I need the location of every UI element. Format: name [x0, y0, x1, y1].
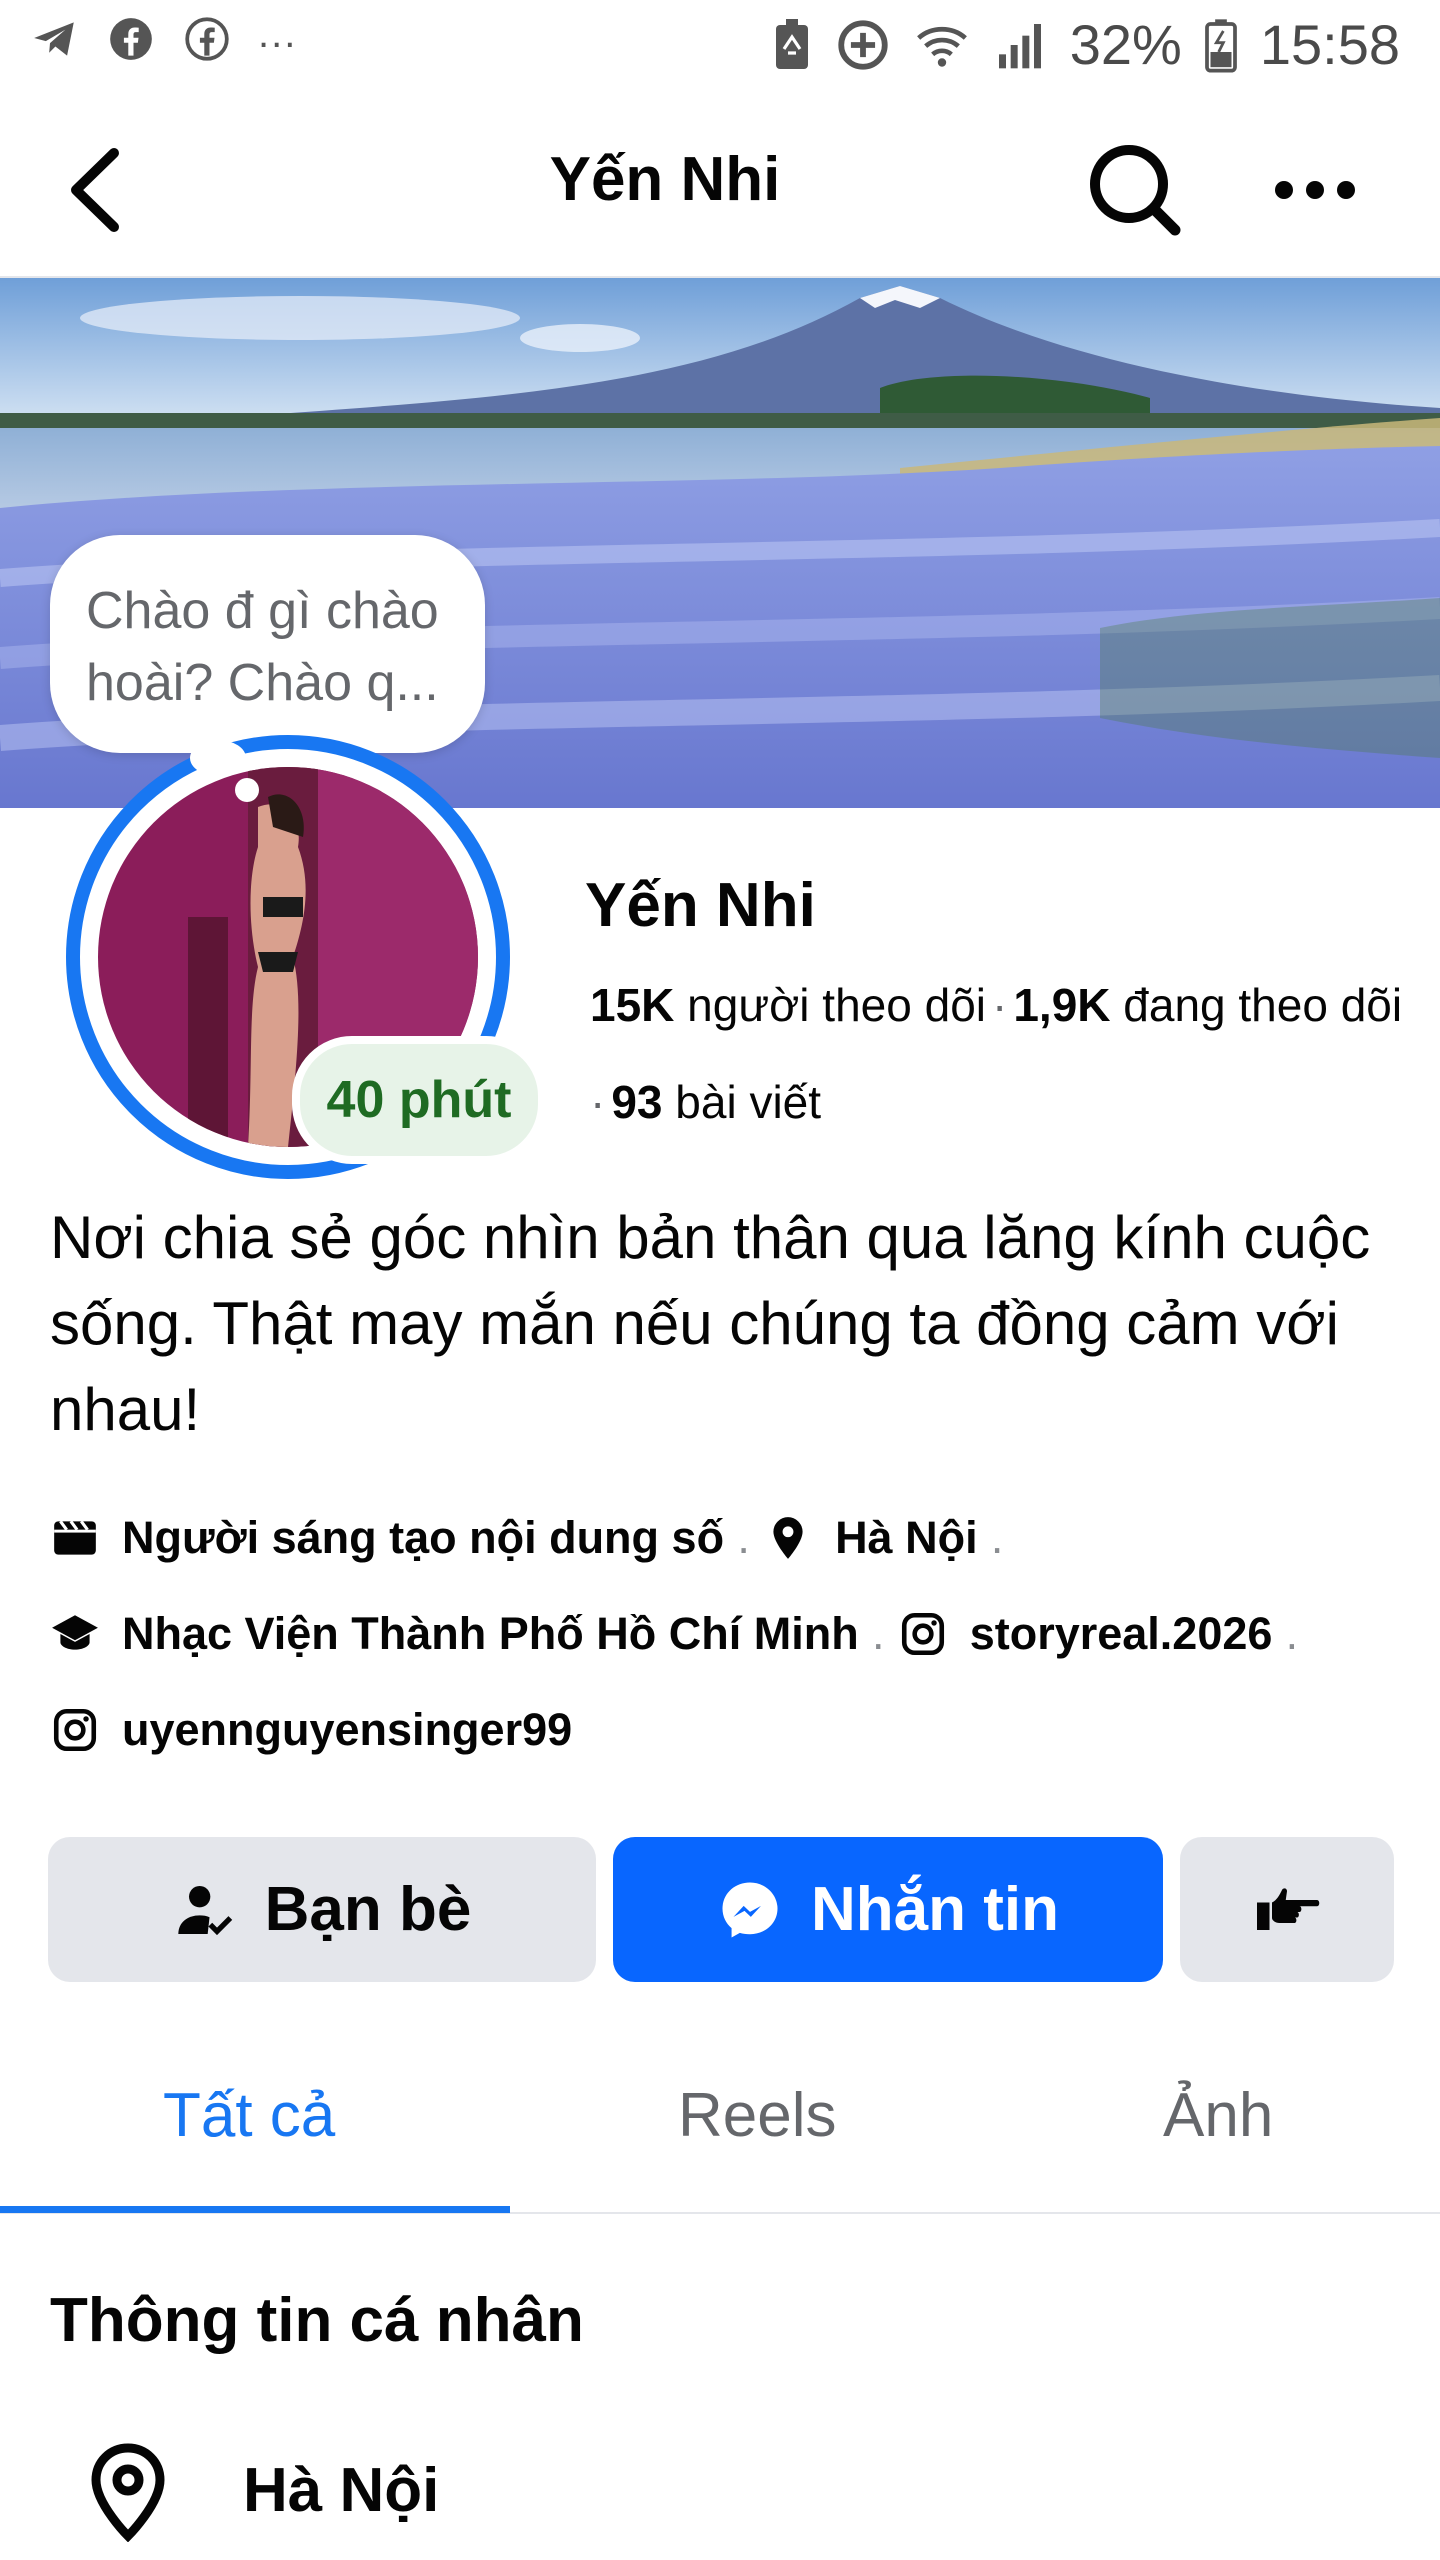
instagram-2-text: uyennguyensinger99: [122, 1704, 573, 1755]
friends-button[interactable]: Bạn bè: [48, 1837, 596, 1982]
note-text-line1: Chào đ gì chào: [86, 582, 439, 640]
message-button-label: Nhắn tin: [811, 1875, 1059, 1944]
location-text: Hà Nội: [835, 1512, 978, 1563]
instagram-icon: [53, 1708, 97, 1752]
profile-note-bubble[interactable]: Chào đ gì chào hoài? Chào q...: [50, 535, 485, 753]
location-pin-icon: [773, 1517, 803, 1559]
friends-button-label: Bạn bè: [264, 1875, 472, 1944]
status-right: 32% 15:58: [772, 12, 1400, 77]
battery-saver-icon: [775, 18, 808, 69]
category-text: Người sáng tạo nội dung số: [122, 1512, 725, 1563]
detail-separator: ·: [870, 1618, 886, 1669]
clock: 15:58: [1259, 13, 1400, 76]
note-text-line2: hoài? Chào q...: [86, 654, 439, 712]
follow-stats: 15K người theo dõi · 1,9K đang theo dõi: [590, 978, 1402, 1032]
detail-separator: ·: [736, 1522, 752, 1573]
wifi-icon: [916, 26, 967, 67]
posts-label: bài viết: [675, 1076, 822, 1128]
detail-education[interactable]: Nhạc Viện Thành Phố Hồ Chí Minh: [50, 1591, 859, 1677]
instagram-icon: [901, 1612, 944, 1656]
facebook-outline-icon: [185, 17, 229, 61]
detail-instagram-2[interactable]: uyennguyensinger99: [50, 1687, 572, 1773]
more-options-icon[interactable]: [1270, 150, 1360, 230]
education-text: Nhạc Viện Thành Phố Hồ Chí Minh: [122, 1608, 859, 1659]
post-stats: · 93 bài viết: [590, 1075, 821, 1129]
following-count[interactable]: 1,9K: [1013, 979, 1110, 1031]
status-left: ...: [30, 11, 298, 64]
followers-label[interactable]: người theo dõi: [687, 979, 986, 1031]
about-location: Hà Nội: [243, 2456, 440, 2525]
tab-reels[interactable]: Reels: [678, 2080, 837, 2151]
about-section-title: Thông tin cá nhân: [50, 2286, 584, 2355]
top-nav: Yến Nhi: [0, 100, 1440, 278]
message-button[interactable]: Nhắn tin: [613, 1837, 1163, 1982]
detail-separator: ·: [1284, 1618, 1300, 1669]
detail-separator: ·: [989, 1522, 1005, 1573]
profile-bio: Nơi chia sẻ góc nhìn bản thân qua lăng k…: [50, 1204, 1371, 1443]
stats-separator: ·: [590, 1076, 606, 1128]
battery-icon: [1204, 18, 1237, 73]
status-overflow: ...: [258, 11, 298, 56]
search-icon[interactable]: [1085, 140, 1185, 240]
profile-tabs: Tất cả Reels Ảnh: [0, 2040, 1440, 2214]
friend-check-icon: [177, 1885, 232, 1935]
profile-name: Yến Nhi: [585, 871, 816, 940]
followers-count[interactable]: 15K: [590, 979, 674, 1031]
poke-button[interactable]: [1180, 1837, 1394, 1982]
facebook-icon: [110, 18, 152, 60]
poke-hand-icon: [1257, 1887, 1320, 1930]
stats-separator: ·: [992, 979, 1008, 1031]
detail-category: Người sáng tạo nội dung số: [50, 1495, 724, 1581]
location-pin-icon: [91, 2443, 165, 2542]
clapperboard-icon: [54, 1520, 96, 1555]
active-status-badge: 40 phút: [292, 1036, 546, 1164]
tab-photos[interactable]: Ảnh: [1163, 2080, 1273, 2151]
posts-count: 93: [611, 1076, 663, 1128]
active-tab-indicator: [0, 2206, 510, 2213]
signal-icon: [998, 23, 1041, 68]
active-status-label: 40 phút: [326, 1071, 512, 1129]
detail-location[interactable]: Hà Nội: [763, 1495, 978, 1581]
status-bar: ... 32% 15:58: [0, 0, 1440, 100]
battery-percent: 32%: [1069, 13, 1182, 76]
messenger-icon: [722, 1882, 778, 1937]
note-bubble-tail-dot: [235, 778, 259, 802]
tab-all[interactable]: Tất cả: [163, 2080, 335, 2151]
graduation-cap-icon: [52, 1615, 98, 1650]
note-bubble-tail: [190, 740, 246, 776]
data-saver-icon: [838, 19, 888, 70]
profile-details: Người sáng tạo nội dung số · Hà Nội · Nh…: [50, 1495, 1410, 1783]
instagram-1-text: storyreal.2026: [969, 1608, 1273, 1659]
telegram-icon: [34, 22, 74, 56]
following-label[interactable]: đang theo dõi: [1123, 979, 1402, 1031]
detail-instagram-1[interactable]: storyreal.2026: [898, 1591, 1273, 1677]
